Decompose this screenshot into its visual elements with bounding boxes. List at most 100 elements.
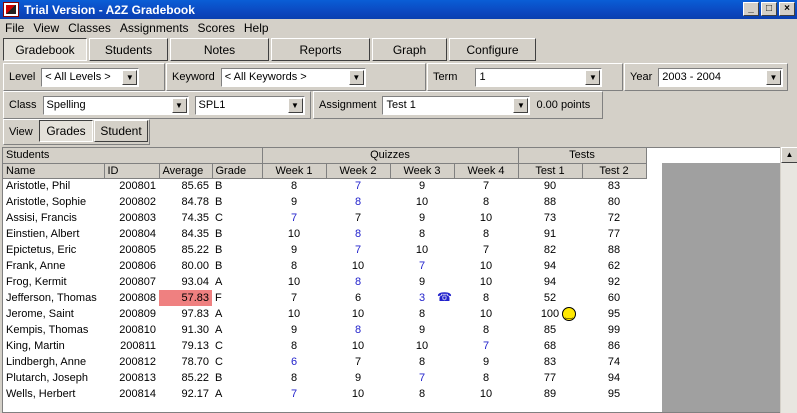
cell-w4[interactable]: 8 [454,322,518,338]
vertical-scrollbar[interactable]: ▲ [780,147,797,413]
column-header[interactable]: Test 1 [518,163,583,179]
cell-w1[interactable]: 8 [262,338,326,354]
cell-grade[interactable]: C [212,338,262,354]
cell-id[interactable]: 200806 [104,258,159,274]
cell-grade[interactable]: B [212,226,262,242]
year-select[interactable]: 2003 - 2004 ▼ [658,67,783,87]
cell-grade[interactable]: B [212,194,262,210]
cell-avg[interactable]: 84.78 [159,194,212,210]
table-row[interactable]: Assisi, Francis 200803 74.35 C 7 7 9 10 73 72 [3,210,646,226]
cell-name[interactable]: Einstien, Albert [3,226,104,242]
term-select[interactable]: 1 ▼ [475,67,603,87]
column-header[interactable]: Week 1 [262,163,327,179]
cell-t2[interactable]: 92 [582,274,646,290]
table-row[interactable]: Aristotle, Phil 200801 85.65 B 8 7 9 7 90 83 [3,178,646,194]
cell-grade[interactable]: B [212,178,262,194]
cell-t1[interactable]: 83 [518,354,582,370]
cell-t1[interactable]: 68 [518,338,582,354]
cell-w4[interactable]: 7 [454,338,518,354]
cell-w2[interactable]: 7 [326,354,390,370]
cell-avg[interactable]: 84.35 [159,226,212,242]
cell-w4[interactable]: 10 [454,210,518,226]
cell-t1[interactable]: 77 [518,370,582,386]
cell-avg[interactable]: 97.83 [159,306,212,322]
cell-t1[interactable]: 73 [518,210,582,226]
cell-grade[interactable]: A [212,386,262,402]
cell-w2[interactable]: 7 [326,178,390,194]
table-row[interactable]: Frog, Kermit 200807 93.04 A 10 8 9 10 94 92 [3,274,646,290]
smiley-icon[interactable]: ‿ [562,307,576,321]
cell-w3[interactable]: 9 [390,210,454,226]
cell-id[interactable]: 200814 [104,386,159,402]
cell-t1[interactable]: 89 [518,386,582,402]
cell-w2[interactable]: 10 [326,386,390,402]
cell-grade[interactable]: B [212,370,262,386]
cell-t1[interactable]: 52 [518,290,582,306]
table-row[interactable]: Frank, Anne 200806 80.00 B 8 10 7 10 94 62 [3,258,646,274]
cell-id[interactable]: 200809 [104,306,159,322]
cell-avg[interactable]: 74.35 [159,210,212,226]
cell-avg[interactable]: 57.83 [159,290,212,306]
cell-t2[interactable]: 86 [582,338,646,354]
table-row[interactable]: Lindbergh, Anne 200812 78.70 C 6 7 8 9 83 74 [3,354,646,370]
cell-avg[interactable]: 85.65 [159,178,212,194]
cell-w2[interactable]: 7 [326,210,390,226]
cell-name[interactable]: Aristotle, Sophie [3,194,104,210]
cell-w2[interactable]: 6 [326,290,390,306]
cell-avg[interactable]: 85.22 [159,242,212,258]
cell-w3[interactable]: 10 [390,338,454,354]
cell-grade[interactable]: A [212,322,262,338]
cell-t2[interactable]: 80 [582,194,646,210]
column-header[interactable]: Average [159,163,213,179]
cell-w1[interactable]: 6 [262,354,326,370]
cell-id[interactable]: 200802 [104,194,159,210]
cell-t2[interactable]: 83 [582,178,646,194]
cell-w1[interactable]: 9 [262,322,326,338]
cell-t1[interactable]: 82 [518,242,582,258]
cell-w2[interactable]: 8 [326,226,390,242]
cell-t2[interactable]: 74 [582,354,646,370]
cell-w2[interactable]: 10 [326,338,390,354]
cell-w3[interactable]: 10 [390,242,454,258]
cell-w4[interactable]: 10 [454,274,518,290]
grades-view-button[interactable]: Grades [39,120,93,142]
cell-t2[interactable]: 99 [582,322,646,338]
tab-reports[interactable]: Reports [271,38,370,61]
table-row[interactable]: Aristotle, Sophie 200802 84.78 B 9 8 10 8 88 80 [3,194,646,210]
cell-w3[interactable]: 7 [390,258,454,274]
cell-w2[interactable]: 8 [326,274,390,290]
menu-view[interactable]: View [33,21,59,35]
chevron-down-icon[interactable]: ▼ [287,97,303,113]
tab-configure[interactable]: Configure [449,38,536,61]
cell-grade[interactable]: B [212,258,262,274]
tab-graph[interactable]: Graph [372,38,447,61]
cell-avg[interactable]: 85.22 [159,370,212,386]
cell-w1[interactable]: 7 [262,210,326,226]
cell-w1[interactable]: 10 [262,226,326,242]
cell-w2[interactable]: 8 [326,194,390,210]
cell-w4[interactable]: 10 [454,386,518,402]
cell-w4[interactable]: 7 [454,242,518,258]
table-row[interactable]: King, Martin 200811 79.13 C 8 10 10 7 68 86 [3,338,646,354]
cell-w3[interactable]: 8 [390,354,454,370]
cell-id[interactable]: 200805 [104,242,159,258]
cell-w3[interactable]: 10 [390,194,454,210]
cell-name[interactable]: Frog, Kermit [3,274,104,290]
column-header[interactable]: Name [3,163,105,179]
cell-name[interactable]: Wells, Herbert [3,386,104,402]
table-row[interactable]: Jefferson, Thomas 200808 57.83 F 7 6 3 ☎ 8 52 60 [3,290,646,306]
cell-t2[interactable]: 94 [582,370,646,386]
cell-grade[interactable]: A [212,306,262,322]
cell-t1[interactable]: 85 [518,322,582,338]
menu-assignments[interactable]: Assignments [120,21,189,35]
keyword-select[interactable]: < All Keywords > ▼ [220,67,366,87]
column-header[interactable]: Test 2 [582,163,647,179]
cell-w3[interactable]: 9 [390,178,454,194]
cell-grade[interactable]: C [212,354,262,370]
cell-w2[interactable]: 8 [326,322,390,338]
cell-w4[interactable]: 8 [454,194,518,210]
cell-id[interactable]: 200804 [104,226,159,242]
column-header[interactable]: Week 4 [454,163,519,179]
class-select[interactable]: Spelling ▼ [42,95,189,115]
cell-w1[interactable]: 7 [262,386,326,402]
